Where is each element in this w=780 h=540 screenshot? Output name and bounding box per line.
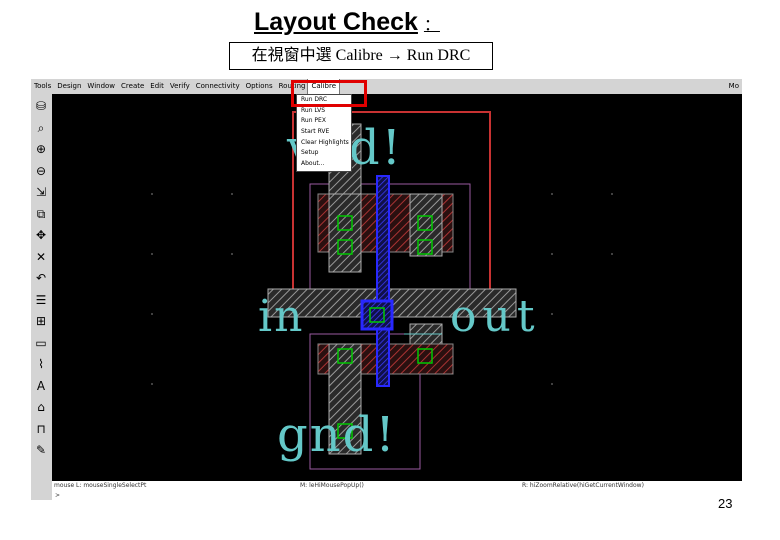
rectangle-icon[interactable]: ▭ <box>32 334 50 352</box>
delete-icon[interactable]: ✕ <box>32 248 50 266</box>
label-icon[interactable]: A <box>32 377 50 395</box>
status-mouse-left: mouse L: mouseSingleSelectPt <box>54 482 147 489</box>
poly-gate[interactable] <box>376 175 390 387</box>
path-icon[interactable]: ⌇ <box>32 355 50 373</box>
undo-icon[interactable]: ↶ <box>32 269 50 287</box>
menu-overflow[interactable]: Mo <box>726 79 742 94</box>
status-mouse-middle: M: leHiMousePopUp() <box>300 482 364 489</box>
slide-title: Layout Check ： <box>254 8 440 37</box>
find-icon[interactable]: ⌕ <box>32 119 50 137</box>
menu-edit[interactable]: Edit <box>147 79 167 94</box>
menu-verify[interactable]: Verify <box>167 79 193 94</box>
save-icon[interactable]: ⛁ <box>32 97 50 115</box>
status-mouse-right: R: hiZoomRelative(hiGetCurrentWindow) <box>522 482 644 489</box>
ruler-icon[interactable]: ⊞ <box>32 312 50 330</box>
calibre-menu-start-rve[interactable]: Start RVE <box>297 127 351 138</box>
caption-text: 在視窗中選 Calibre → Run DRC <box>251 47 471 64</box>
virtuoso-window: Tools Design Window Create Edit Verify Connect… <box>31 79 745 500</box>
status-bar: mouse L: mouseSingleSelectPt M: leHiMous… <box>52 481 742 491</box>
poly-contact-pad[interactable] <box>360 299 394 331</box>
menu-options[interactable]: Options <box>243 79 276 94</box>
label-in: in <box>258 291 304 342</box>
slide-title-text: Layout Check <box>254 8 418 36</box>
command-line[interactable]: > <box>52 491 745 500</box>
menu-window[interactable]: Window <box>84 79 118 94</box>
run-drc-highlight-box <box>291 80 367 107</box>
label-out: out <box>450 291 541 342</box>
left-toolbar: ⛁ ⌕ ⊕ ⊖ ⇲ ⧉ ✥ ✕ ↶ ☰ ⊞ ▭ ⌇ A ⌂ ⊓ ✎ <box>31 94 51 474</box>
menu-create[interactable]: Create <box>118 79 147 94</box>
slide-title-colon: ： <box>423 17 440 34</box>
move-icon[interactable]: ✥ <box>32 226 50 244</box>
stretch-icon[interactable]: ⇲ <box>32 183 50 201</box>
calibre-menu-clear-highlights[interactable]: Clear Highlights <box>297 138 351 149</box>
pmos-source-metal[interactable] <box>328 193 362 273</box>
pmos-drain-metal[interactable] <box>409 193 443 257</box>
edit-icon[interactable]: ✎ <box>32 441 50 459</box>
pin-icon[interactable]: ⊓ <box>32 420 50 438</box>
copy-icon[interactable]: ⧉ <box>32 205 50 223</box>
slide-caption: 在視窗中選 Calibre → Run DRC <box>229 42 493 70</box>
page-number: 23 <box>718 496 733 511</box>
menu-connectivity[interactable]: Connectivity <box>193 79 243 94</box>
calibre-menu-about[interactable]: About... <box>297 159 351 170</box>
menu-bar: Tools Design Window Create Edit Verify Connect… <box>31 79 742 94</box>
calibre-menu-setup[interactable]: Setup <box>297 148 351 159</box>
property-icon[interactable]: ☰ <box>32 291 50 309</box>
layout-canvas[interactable]: vdd! in out gnd! <box>52 94 742 481</box>
layout-drawing: vdd! in out gnd! <box>151 111 613 470</box>
zoom-in-icon[interactable]: ⊕ <box>32 140 50 158</box>
zoom-out-icon[interactable]: ⊖ <box>32 162 50 180</box>
label-gnd: gnd! <box>277 407 397 463</box>
calibre-menu-run-lvs[interactable]: Run LVS <box>297 106 351 117</box>
menu-tools[interactable]: Tools <box>31 79 54 94</box>
instance-icon[interactable]: ⌂ <box>32 398 50 416</box>
menu-design[interactable]: Design <box>54 79 84 94</box>
calibre-menu-run-pex[interactable]: Run PEX <box>297 116 351 127</box>
